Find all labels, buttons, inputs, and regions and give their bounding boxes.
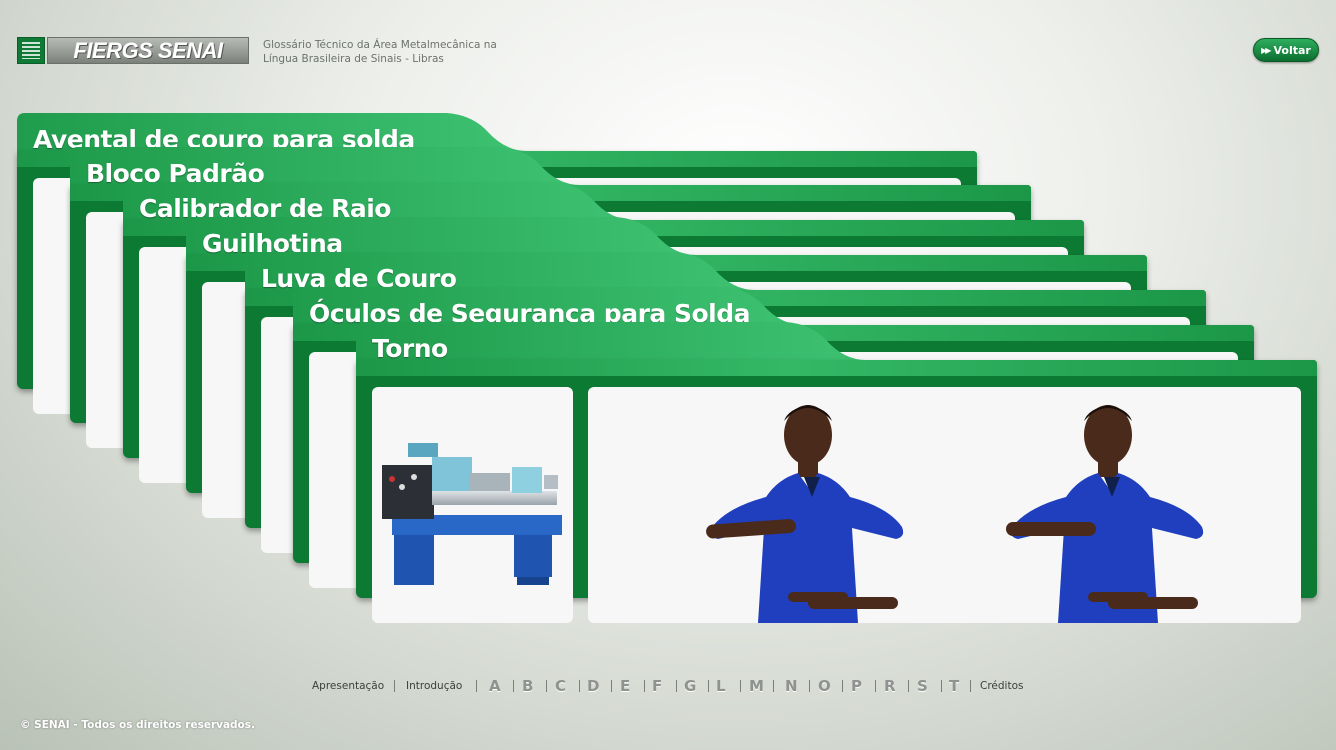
nav-separator [644, 680, 645, 692]
nav-introducao[interactable]: Introdução [406, 676, 462, 696]
nav-letter[interactable]: C [555, 676, 566, 696]
nav-separator [842, 680, 843, 692]
nav-letter[interactable]: G [684, 676, 696, 696]
alphabet-nav: Apresentação Introdução Créditos A B C D E F G… [0, 676, 1336, 696]
nav-apresentacao[interactable]: Apresentação [312, 676, 384, 696]
nav-separator [611, 680, 612, 692]
nav-letter[interactable]: R [884, 676, 896, 696]
nav-letter[interactable]: P [851, 676, 862, 696]
nav-separator [546, 680, 547, 692]
nav-separator [476, 680, 477, 692]
nav-separator [708, 680, 709, 692]
logo-emblem-icon [17, 37, 45, 64]
nav-separator [773, 680, 774, 692]
header: FIERGS SENAI Glossário Técnico da Área M… [0, 0, 1336, 90]
term-card[interactable]: Torno [356, 322, 1317, 623]
lathe-image [382, 443, 562, 585]
site-title: Glossário Técnico da Área Metalmecânica … [263, 38, 503, 66]
site-title-line1: Glossário Técnico da Área Metalmecânica … [263, 39, 497, 51]
fiergs-senai-logo: FIERGS SENAI [17, 37, 249, 64]
nav-separator [513, 680, 514, 692]
back-button[interactable]: ▶▶ Voltar [1253, 38, 1319, 62]
nav-separator [676, 680, 677, 692]
nav-letter[interactable]: F [652, 676, 662, 696]
term-image-panel [372, 387, 573, 623]
nav-separator [875, 680, 876, 692]
card-title[interactable]: Torno [372, 334, 448, 363]
nav-letter[interactable]: S [917, 676, 928, 696]
nav-letter[interactable]: D [587, 676, 599, 696]
nav-letter[interactable]: L [716, 676, 726, 696]
nav-separator [394, 680, 395, 692]
logo-wordmark: FIERGS SENAI [47, 37, 249, 64]
nav-letter[interactable]: N [785, 676, 798, 696]
copyright: © SENAI - Todos os direitos reservados. [20, 719, 256, 731]
nav-letter[interactable]: A [489, 676, 501, 696]
nav-separator [809, 680, 810, 692]
nav-letter[interactable]: B [522, 676, 533, 696]
nav-separator [941, 680, 942, 692]
nav-separator [908, 680, 909, 692]
nav-letter[interactable]: O [818, 676, 831, 696]
nav-letter[interactable]: M [749, 676, 764, 696]
site-title-line2: Língua Brasileira de Sinais - Libras [263, 53, 444, 65]
nav-letter[interactable]: E [620, 676, 630, 696]
back-button-label: Voltar [1273, 43, 1311, 57]
nav-separator [579, 680, 580, 692]
nav-letter[interactable]: T [949, 676, 959, 696]
nav-separator [740, 680, 741, 692]
nav-creditos[interactable]: Créditos [980, 676, 1023, 696]
nav-separator [970, 680, 971, 692]
fast-forward-icon: ▶▶ [1261, 45, 1271, 55]
card-highlight [356, 360, 1317, 376]
sign-video-panel[interactable] [588, 387, 1301, 623]
sign-language-video [706, 405, 1204, 623]
